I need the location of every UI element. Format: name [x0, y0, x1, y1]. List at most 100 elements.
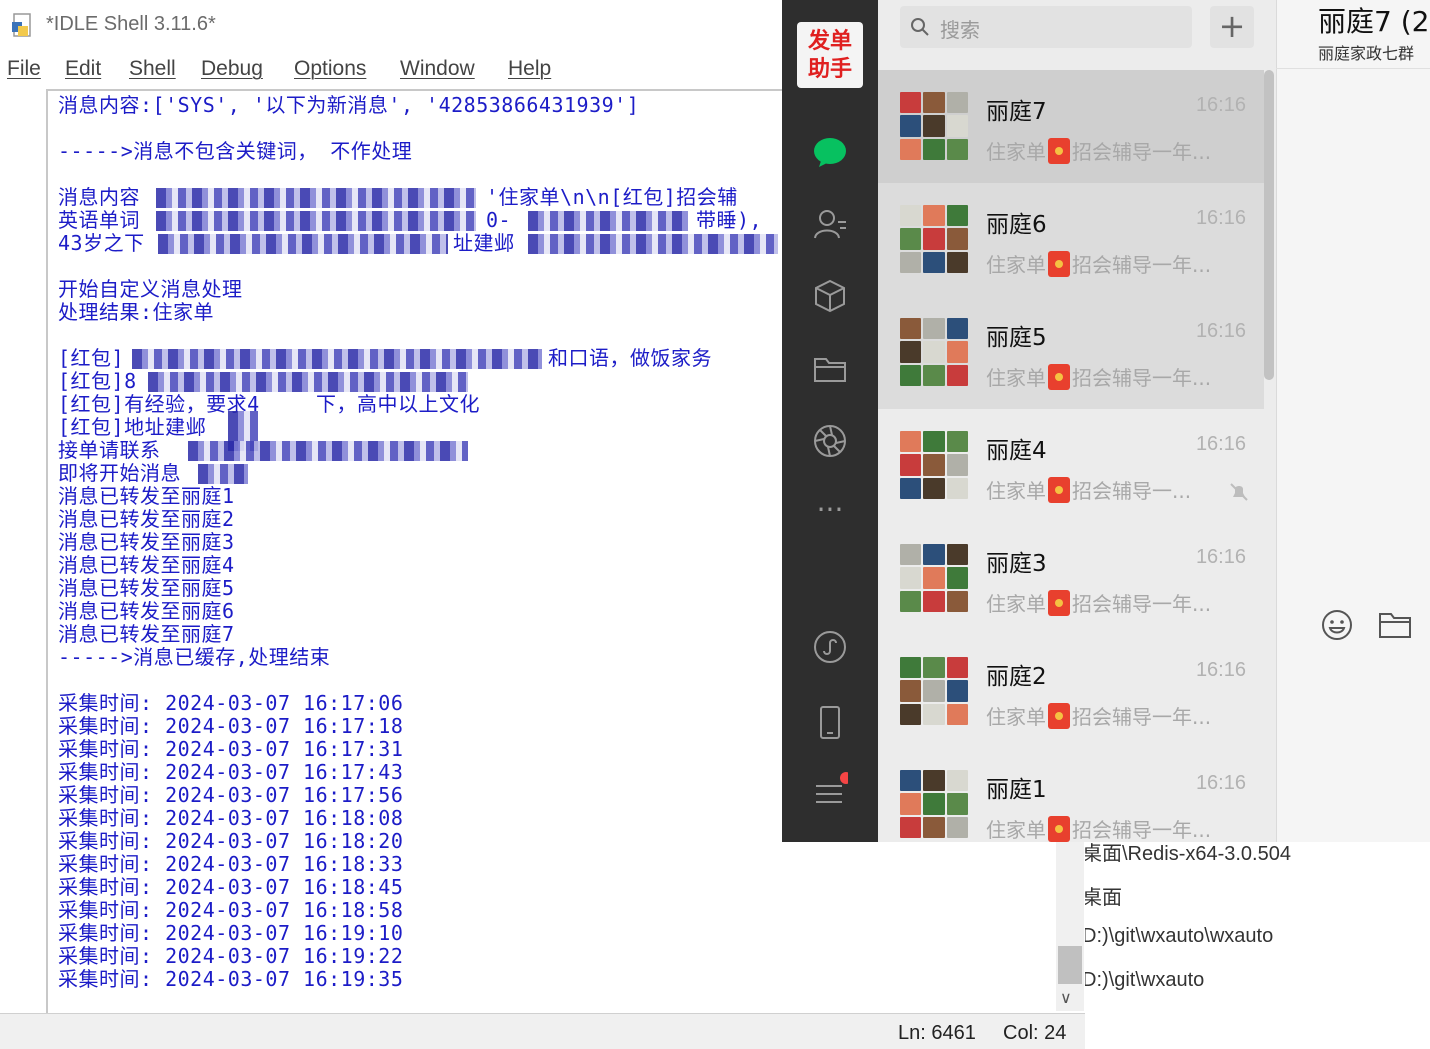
folder-icon[interactable] [812, 351, 848, 387]
collection-cube-icon[interactable] [812, 278, 848, 314]
mini-program-icon[interactable] [812, 629, 848, 665]
more-icon[interactable]: ··· [812, 496, 848, 536]
chat-name: 丽庭1 [986, 777, 1047, 803]
redacted-block [528, 234, 778, 254]
chat-name: 丽庭7 [986, 99, 1047, 125]
search-icon [911, 18, 929, 36]
output-line: 处理结果:住家单 [58, 300, 215, 324]
menu-options[interactable]: Options [294, 57, 366, 81]
chat-list-item[interactable]: 丽庭2 16:16 住家单 招会辅导一年... [878, 635, 1264, 748]
menu-shell[interactable]: Shell [129, 57, 176, 81]
chat-preview-prefix: 住家单 [986, 140, 1046, 164]
menu-file[interactable]: File [7, 57, 41, 81]
output-line: 43岁之下 [58, 231, 145, 255]
chat-preview-prefix: 住家单 [986, 818, 1046, 842]
fadan-helper-app-icon[interactable]: 发单 助手 [797, 22, 863, 88]
emoji-icon[interactable] [1320, 608, 1354, 642]
background-path-line: D:)\git\wxauto\wxauto [1082, 925, 1274, 947]
chat-time: 16:16 [1195, 94, 1246, 116]
chat-preview: 住家单 招会辅导一年... [986, 701, 1211, 730]
output-line: 开始自定义消息处理 [58, 277, 243, 301]
output-line: 消息已转发至丽庭7 [58, 622, 235, 646]
title-bar: *IDLE Shell 3.11.6* [0, 0, 782, 52]
output-line: 采集时间: 2024-03-07 16:17:18 [58, 714, 404, 738]
chat-preview-prefix: 住家单 [986, 592, 1046, 616]
redacted-block [158, 234, 448, 254]
chat-list-item[interactable]: 丽庭4 16:16 住家单 招会辅导一... [878, 409, 1264, 522]
group-avatar [900, 657, 968, 725]
output-line: 消息内容 [58, 185, 140, 209]
chat-preview: 住家单 招会辅导一年... [986, 136, 1211, 165]
scrollbar-thumb[interactable] [1058, 946, 1082, 984]
chat-preview-prefix: 住家单 [986, 705, 1046, 729]
output-line: 采集时间: 2024-03-07 16:19:10 [58, 921, 404, 945]
menu-window[interactable]: Window [400, 57, 475, 81]
contacts-icon[interactable] [812, 206, 848, 242]
redacted-block [156, 211, 476, 231]
settings-menu-icon[interactable] [812, 772, 848, 808]
red-packet-icon [1048, 590, 1070, 616]
chat-preview-prefix: 住家单 [986, 366, 1046, 390]
app-label-line1: 发单 [807, 29, 852, 54]
output-line-fragment: 带睡), [696, 208, 763, 232]
chat-preview-snippet: 招会辅导一年... [1072, 705, 1212, 729]
phone-icon[interactable] [812, 704, 848, 740]
moments-icon[interactable] [812, 423, 848, 459]
line-number-status: Ln: 6461 [898, 1022, 976, 1044]
chat-preview-prefix: 住家单 [986, 479, 1046, 503]
menu-debug[interactable]: Debug [201, 57, 263, 81]
chat-list-item[interactable]: 丽庭5 16:16 住家单 招会辅导一年... [878, 296, 1264, 409]
mute-bell-icon [1230, 483, 1248, 501]
output-line: ----->消息已缓存,处理结束 [58, 645, 331, 669]
output-line: 采集时间: 2024-03-07 16:18:08 [58, 806, 404, 830]
group-avatar [900, 318, 968, 386]
group-avatar [900, 544, 968, 612]
scroll-down-icon[interactable]: ∨ [1060, 988, 1072, 1007]
chat-preview-snippet: 招会辅导一年... [1072, 140, 1212, 164]
red-packet-icon [1048, 703, 1070, 729]
chat-time: 16:16 [1195, 546, 1246, 568]
output-line: 采集时间: 2024-03-07 16:19:22 [58, 944, 404, 968]
window-title: *IDLE Shell 3.11.6* [46, 13, 216, 35]
chat-list-item[interactable]: 丽庭1 16:16 住家单 招会辅导一年... [878, 748, 1264, 861]
chat-list-item[interactable]: 丽庭3 16:16 住家单 招会辅导一年... [878, 522, 1264, 635]
output-line: 采集时间: 2024-03-07 16:17:56 [58, 783, 404, 807]
file-folder-icon[interactable] [1378, 610, 1412, 640]
chat-time: 16:16 [1195, 433, 1246, 455]
chat-list-scrollbar[interactable] [1264, 70, 1274, 380]
output-line: 采集时间: 2024-03-07 16:17:06 [58, 691, 404, 715]
chat-time: 16:16 [1195, 772, 1246, 794]
output-line: 消息已转发至丽庭5 [58, 576, 235, 600]
add-chat-button[interactable]: + [1210, 6, 1254, 48]
chat-icon[interactable] [812, 134, 848, 170]
search-box[interactable]: 搜索 [900, 6, 1192, 48]
red-packet-icon [1048, 477, 1070, 503]
output-line-fragment: 下，高中以上文化 [316, 392, 480, 416]
group-avatar [900, 92, 968, 160]
output-line: 采集时间: 2024-03-07 16:18:45 [58, 875, 404, 899]
redacted-block [188, 441, 468, 461]
line-gutter [0, 89, 44, 1011]
chat-preview-snippet: 招会辅导一... [1072, 479, 1192, 503]
output-line: 采集时间: 2024-03-07 16:18:20 [58, 829, 404, 853]
output-line: 采集时间: 2024-03-07 16:19:35 [58, 967, 404, 991]
chat-preview-prefix: 住家单 [986, 253, 1046, 277]
chat-list-item[interactable]: 丽庭6 16:16 住家单 招会辅导一年... [878, 183, 1264, 296]
group-avatar [900, 431, 968, 499]
group-avatar [900, 205, 968, 273]
output-line: ----->消息不包含关键词， 不作处理 [58, 139, 413, 163]
chat-preview: 住家单 招会辅导一年... [986, 249, 1211, 278]
red-packet-icon [1048, 816, 1070, 842]
chat-title: 丽庭7 (2 [1318, 5, 1430, 38]
chat-list-item[interactable]: 丽庭7 16:16 住家单 招会辅导一年... [878, 70, 1264, 183]
output-line: 消息内容:['SYS', '以下为新消息', '42853866431939'] [58, 93, 640, 117]
menu-help[interactable]: Help [508, 57, 551, 81]
output-line: 消息已转发至丽庭1 [58, 484, 235, 508]
output-line: [红包]8 [58, 369, 137, 393]
output-line: 接单请联系 [58, 438, 161, 462]
output-line: 采集时间: 2024-03-07 16:17:43 [58, 760, 404, 784]
group-avatar [900, 770, 968, 838]
red-packet-icon [1048, 251, 1070, 277]
chat-name: 丽庭5 [986, 325, 1047, 351]
menu-edit[interactable]: Edit [65, 57, 101, 81]
